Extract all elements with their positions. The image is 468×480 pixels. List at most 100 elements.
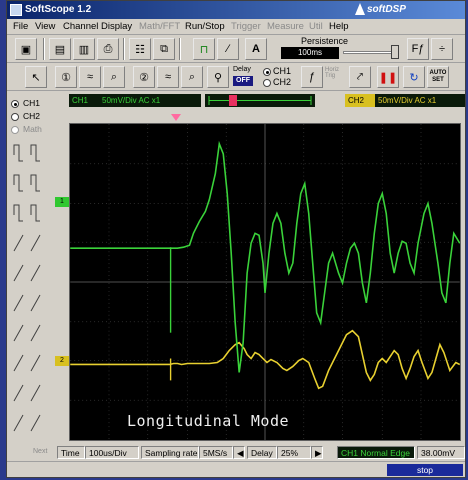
print-button[interactable]: ⎙ xyxy=(97,38,119,60)
ch1-ground-marker[interactable]: 1 xyxy=(55,197,69,207)
trigger-position-marker[interactable] xyxy=(229,95,237,106)
sidebar-ch1-radio[interactable] xyxy=(11,100,19,108)
menu-view[interactable]: View xyxy=(35,21,55,32)
ch1-radio[interactable] xyxy=(263,68,271,76)
persistence-slider-thumb[interactable] xyxy=(391,45,399,59)
preview-button[interactable]: ☷ xyxy=(129,38,151,60)
ramp-wave-icon[interactable] xyxy=(30,234,41,252)
ch2-radio[interactable] xyxy=(263,79,271,87)
ch2-setting[interactable]: 50mV/Div AC x1 xyxy=(375,94,465,107)
square-wave-icon[interactable] xyxy=(13,174,23,192)
menu-help[interactable]: Help xyxy=(329,21,349,32)
delay-off-toggle[interactable]: OFF xyxy=(233,76,253,86)
persistence-slider-track[interactable] xyxy=(343,51,393,54)
ramp-wave-icon[interactable] xyxy=(13,384,24,402)
persistence-label: Persistence xyxy=(301,36,349,46)
math-button[interactable]: ÷ xyxy=(431,38,453,60)
load-setup-button[interactable]: ▥ xyxy=(73,38,95,60)
text-button[interactable]: A xyxy=(245,38,267,60)
trigger-time-marker[interactable] xyxy=(171,114,181,121)
brand-name: softDSP xyxy=(367,4,406,15)
cursor-1-button[interactable]: ① xyxy=(55,66,77,88)
ramp-wave-icon[interactable] xyxy=(13,354,24,372)
sidebar-math-radio[interactable] xyxy=(11,126,19,134)
menu-channel[interactable]: Channel xyxy=(63,21,98,32)
main-toolbar: ▣ ▤ ▥ ⎙ ☷ ⧉ ⊓ ∕ A Persistence 100ms Fƒ ÷ xyxy=(7,35,465,63)
pause-button[interactable]: ❚❚ xyxy=(377,66,399,88)
menu-file[interactable]: File xyxy=(13,21,28,32)
square-wave-icon[interactable] xyxy=(30,204,40,222)
copy-icon: ⧉ xyxy=(160,42,168,55)
menu-trigger[interactable]: Trigger xyxy=(231,21,261,32)
oscilloscope-screen[interactable] xyxy=(69,123,461,441)
brand-logo-icon xyxy=(355,3,365,15)
trigger-level[interactable]: 38.00mV xyxy=(417,446,465,459)
horiz-trig-label: Horiz Trig xyxy=(325,67,340,79)
pulse-icon: ⊓ xyxy=(199,43,209,56)
square-wave-icon[interactable] xyxy=(30,174,40,192)
save-setup-icon: ▤ xyxy=(54,43,66,56)
line-display-button[interactable]: ∕ xyxy=(217,38,239,60)
menu-display[interactable]: Display xyxy=(101,21,132,32)
circled-1-icon: ① xyxy=(61,71,71,84)
menu-util[interactable]: Util xyxy=(309,21,323,32)
refresh-button[interactable]: ↻ xyxy=(403,66,425,88)
fft-button[interactable]: Fƒ xyxy=(407,38,429,60)
toolbar-separator xyxy=(123,38,125,60)
save-button[interactable]: ▣ xyxy=(15,38,37,60)
ramp-wave-icon[interactable] xyxy=(13,324,24,342)
delay-up-arrow[interactable]: ▶ xyxy=(311,446,323,459)
time-value[interactable]: 100us/Div xyxy=(85,446,139,459)
toolbar-separator xyxy=(179,38,181,60)
sidebar-ch2-radio[interactable] xyxy=(11,113,19,121)
square-wave-icon[interactable] xyxy=(13,144,23,162)
save-setup-button[interactable]: ▤ xyxy=(49,38,71,60)
ramp-wave-icon[interactable] xyxy=(13,414,24,432)
auto-set-button[interactable]: AUTO SET xyxy=(427,66,449,88)
ramp-wave-icon[interactable] xyxy=(30,264,41,282)
delay-zoom-button[interactable]: ⚲ xyxy=(207,66,229,88)
cursor-2-wave-button[interactable]: ≈ xyxy=(157,66,179,88)
zoom-2-button[interactable]: ⌕ xyxy=(181,66,203,88)
ramp-wave-icon[interactable] xyxy=(13,294,24,312)
ramp-wave-icon[interactable] xyxy=(13,234,24,252)
ramp-wave-icon[interactable] xyxy=(30,414,41,432)
ch2-ground-marker[interactable]: 2 xyxy=(55,356,69,366)
zoom-icon: ⌕ xyxy=(188,70,196,83)
fft-icon: Fƒ xyxy=(411,43,425,55)
ch1-setting[interactable]: 50mV/Div AC x1 xyxy=(99,94,201,107)
sidebar-math-label: Math xyxy=(23,124,42,134)
square-wave-icon[interactable] xyxy=(13,204,23,222)
menu-run-stop[interactable]: Run/Stop xyxy=(185,21,225,32)
copy-button[interactable]: ⧉ xyxy=(153,38,175,60)
menu-measure[interactable]: Measure xyxy=(267,21,304,32)
window-title: SoftScope 1.2 xyxy=(25,4,92,15)
pointer-button[interactable]: ↖ xyxy=(25,66,47,88)
trigger-mode[interactable]: CH1 Normal Edge xyxy=(337,446,415,459)
ramp-wave-icon[interactable] xyxy=(13,264,24,282)
square-wave-icon[interactable] xyxy=(30,144,40,162)
time-label: Time xyxy=(57,446,85,459)
delay-label: Delay xyxy=(247,446,277,459)
floppy-icon: ▣ xyxy=(20,43,32,56)
bottom-status-bar: stop xyxy=(7,461,465,477)
ramp-wave-icon[interactable] xyxy=(30,354,41,372)
softscope-window: SoftScope 1.2 softDSP File View Channel … xyxy=(6,0,466,478)
pulse-display-button[interactable]: ⊓ xyxy=(193,38,215,60)
ramp-wave-icon[interactable] xyxy=(30,324,41,342)
cursor-2-button[interactable]: ② xyxy=(133,66,155,88)
wave-icon: ≈ xyxy=(164,71,172,83)
ch2-tag[interactable]: CH2 xyxy=(345,94,375,107)
ch1-tag[interactable]: CH1 xyxy=(69,94,99,107)
ramp-wave-icon[interactable] xyxy=(30,384,41,402)
trigger-edge-button[interactable]: ⤤ xyxy=(349,66,371,88)
trigger-position-strip[interactable] xyxy=(205,94,315,107)
plus-minus-icon: ÷ xyxy=(438,43,446,55)
ramp-wave-icon[interactable] xyxy=(30,294,41,312)
trigger-slope-button[interactable]: ƒ xyxy=(301,66,323,88)
load-setup-icon: ▥ xyxy=(78,43,90,56)
menu-math-fft[interactable]: Math/FFT xyxy=(139,21,180,32)
cursor-1-wave-button[interactable]: ≈ xyxy=(79,66,101,88)
zoom-1-button[interactable]: ⌕ xyxy=(103,66,125,88)
delay-down-arrow[interactable]: ◀ xyxy=(233,446,245,459)
